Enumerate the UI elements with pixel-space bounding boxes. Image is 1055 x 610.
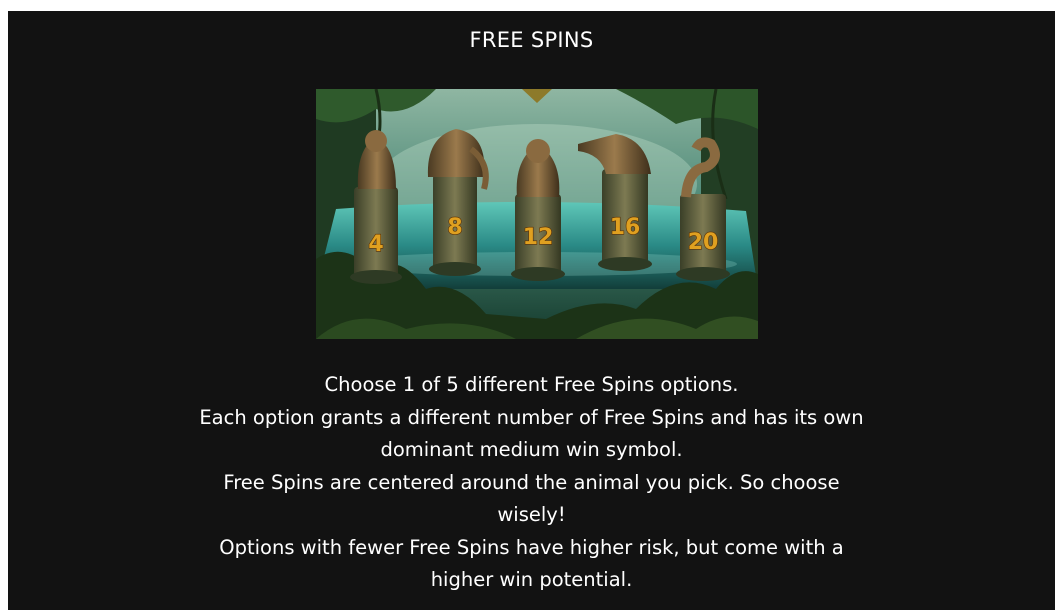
description-line: Options with fewer Free Spins have highe…: [219, 535, 844, 559]
description-line: Choose 1 of 5 different Free Spins optio…: [324, 373, 739, 396]
description-line: Free Spins are centered around the anima…: [223, 470, 840, 494]
spins-value: 4: [368, 232, 383, 257]
help-panel: FREE SPINS 4 8 12 16 20 Choose 1 of 5 di…: [8, 11, 1055, 610]
page-title: FREE SPINS: [469, 28, 594, 52]
description-line: wisely!: [497, 503, 566, 526]
description-line: dominant medium win symbol.: [380, 438, 683, 461]
spins-value: 16: [610, 215, 641, 240]
jungle-scene: 4 8 12 16 20: [316, 89, 758, 339]
spins-value: 8: [447, 215, 462, 240]
spins-value: 12: [523, 225, 554, 250]
spins-value: 20: [688, 230, 719, 255]
description-line: Each option grants a different number of…: [199, 405, 864, 429]
description-line: higher win potential.: [430, 568, 633, 591]
free-spins-illustration: 4 8 12 16 20: [316, 89, 758, 339]
description-text: Choose 1 of 5 different Free Spins optio…: [158, 369, 905, 597]
